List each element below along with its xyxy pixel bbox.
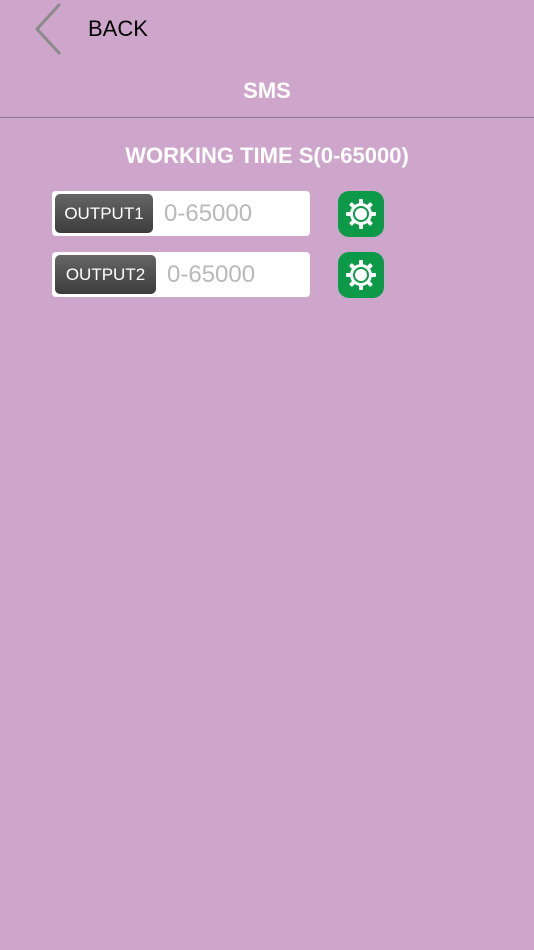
output1-label: OUTPUT1 (55, 194, 153, 233)
section-heading: WORKING TIME S(0-65000) (125, 143, 409, 168)
output1-field: OUTPUT1 (52, 191, 310, 236)
output1-input[interactable] (164, 194, 304, 233)
gear-icon (344, 197, 378, 231)
output2-label: OUTPUT2 (55, 255, 156, 294)
back-button[interactable]: BACK (28, 0, 168, 58)
output1-settings-button[interactable] (338, 191, 384, 237)
chevron-left-icon (35, 3, 61, 55)
title-divider (0, 117, 534, 118)
top-bar: BACK (0, 0, 534, 60)
gear-icon (344, 258, 378, 292)
output2-settings-button[interactable] (338, 252, 384, 298)
page-title: SMS (243, 78, 291, 103)
output2-input[interactable] (167, 255, 305, 294)
output2-field: OUTPUT2 (52, 252, 310, 297)
back-label: BACK (88, 16, 148, 41)
